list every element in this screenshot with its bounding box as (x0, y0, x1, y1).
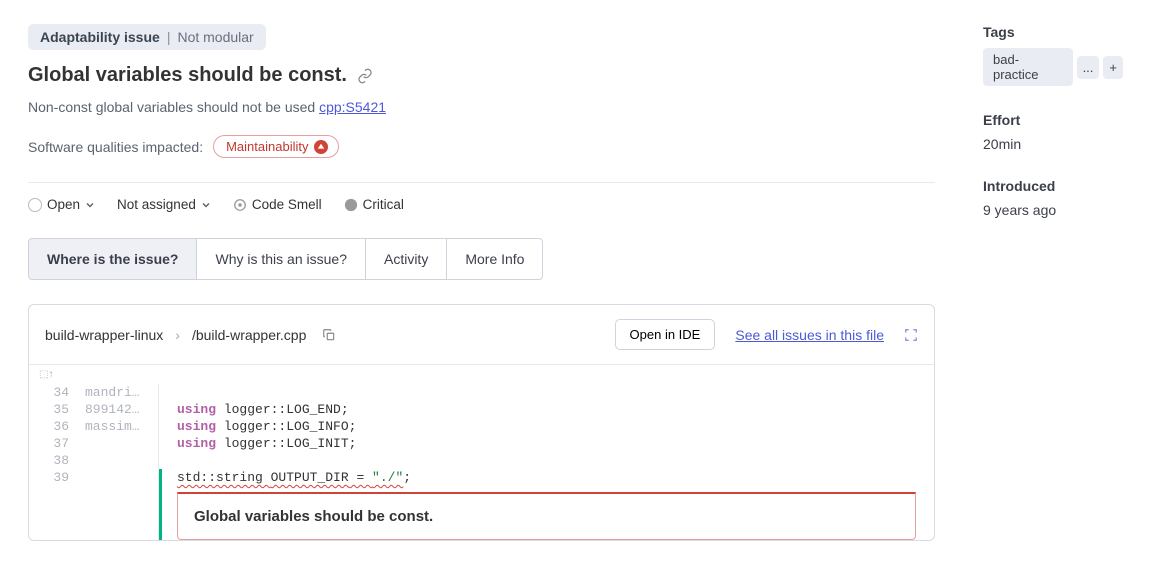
permalink-icon[interactable] (357, 68, 373, 84)
tab-why[interactable]: Why is this an issue? (196, 238, 366, 280)
chevron-down-icon (201, 200, 211, 210)
tab-where[interactable]: Where is the issue? (28, 238, 197, 280)
introduced-heading: Introduced (983, 178, 1123, 194)
open-ide-button[interactable]: Open in IDE (615, 319, 716, 350)
effort-value: 20min (983, 136, 1123, 152)
issue-description: Non-const global variables should not be… (28, 99, 935, 115)
tag-more[interactable]: ... (1077, 56, 1100, 79)
code-row: 36massim… using logger::LOG_INFO; (29, 418, 934, 435)
tags-heading: Tags (983, 24, 1123, 40)
breadcrumb: build-wrapper-linux › /build-wrapper.cpp (45, 327, 336, 343)
chevron-right-icon: › (175, 327, 180, 343)
code-row: 35899142… using logger::LOG_END; (29, 401, 934, 418)
breadcrumb-file[interactable]: /build-wrapper.cpp (192, 327, 306, 343)
severity-dot-icon (314, 140, 328, 154)
qualities-label: Software qualities impacted: (28, 139, 203, 155)
tab-activity[interactable]: Activity (365, 238, 447, 280)
expand-icon[interactable] (904, 328, 918, 342)
effort-heading: Effort (983, 112, 1123, 128)
category-badge: Adaptability issue | Not modular (28, 24, 266, 50)
code-smell-icon (233, 198, 247, 212)
tag-chip[interactable]: bad-practice (983, 48, 1073, 86)
subcategory-text: Not modular (177, 29, 253, 45)
code-panel: build-wrapper-linux › /build-wrapper.cpp… (28, 304, 935, 541)
issue-title: Global variables should be const. (28, 64, 373, 87)
copy-icon[interactable] (322, 328, 336, 342)
introduced-value: 9 years ago (983, 202, 1123, 218)
type-label: Code Smell (233, 197, 322, 212)
chevron-down-icon (85, 200, 95, 210)
code-row: 38 (29, 452, 934, 469)
rule-link[interactable]: cpp:S5421 (319, 99, 386, 115)
expand-up-icon[interactable]: ⬚↑ (29, 364, 934, 384)
code-row-issue: 39 std::string OUTPUT_DIR = "./"; (29, 469, 934, 486)
quality-pill[interactable]: Maintainability (213, 135, 339, 158)
status-dropdown[interactable]: Open (28, 197, 95, 212)
inline-issue-box[interactable]: Global variables should be const. (177, 492, 916, 540)
tag-add-button[interactable]: + (1103, 56, 1123, 79)
category-text: Adaptability issue (40, 29, 160, 45)
open-status-icon (28, 198, 42, 212)
critical-icon (344, 198, 358, 212)
assignee-dropdown[interactable]: Not assigned (117, 197, 211, 212)
tab-more-info[interactable]: More Info (446, 238, 543, 280)
code-row: 37 using logger::LOG_INIT; (29, 435, 934, 452)
see-all-link[interactable]: See all issues in this file (735, 327, 884, 343)
code-row: 34mandri… (29, 384, 934, 401)
tabs: Where is the issue? Why is this an issue… (28, 238, 935, 280)
breadcrumb-folder[interactable]: build-wrapper-linux (45, 327, 163, 343)
severity-label: Critical (344, 197, 404, 212)
